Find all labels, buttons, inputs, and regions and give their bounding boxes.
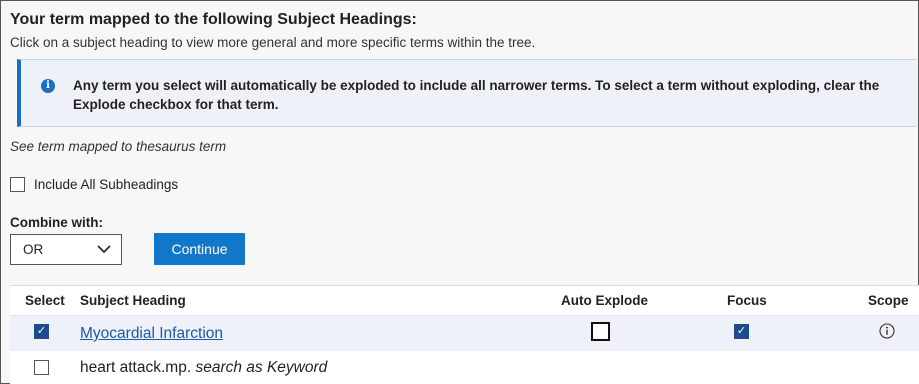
column-header-select: Select (25, 293, 65, 308)
subject-heading-link[interactable]: Myocardial Infarction (80, 325, 223, 343)
include-subheadings-checkbox[interactable] (10, 177, 25, 192)
combine-with-value: OR (23, 242, 44, 257)
see-term-note: See term mapped to thesaurus term (10, 139, 227, 154)
keyword-term-suffix: search as Keyword (195, 359, 328, 376)
table-row: heart attack.mp. search as Keyword (10, 351, 919, 384)
info-banner-text: Any term you select will automatically b… (73, 78, 880, 112)
chevron-down-icon (97, 245, 111, 254)
combine-with-select[interactable]: OR (10, 234, 122, 265)
include-subheadings-label[interactable]: Include All Subheadings (34, 177, 178, 192)
keyword-term-value: heart attack.mp. (80, 359, 192, 376)
continue-button[interactable]: Continue (154, 233, 245, 265)
subject-headings-table: Select Subject Heading Auto Explode Focu… (10, 285, 919, 384)
mapping-panel: Your term mapped to the following Subjec… (0, 0, 919, 384)
page-title: Your term mapped to the following Subjec… (10, 11, 417, 28)
column-header-scope: Scope (868, 293, 909, 308)
combine-with-label: Combine with: (10, 215, 103, 230)
row-select-checkbox[interactable]: ✓ (34, 324, 49, 339)
info-banner: i Any term you select will automatically… (17, 59, 917, 127)
focus-checkbox[interactable]: ✓ (734, 324, 749, 339)
auto-explode-checkbox[interactable] (591, 322, 610, 341)
page-subtitle: Click on a subject heading to view more … (10, 35, 536, 50)
keyword-term: heart attack.mp. search as Keyword (80, 359, 327, 377)
info-circle-icon[interactable] (879, 323, 895, 339)
column-header-subject-heading: Subject Heading (80, 293, 186, 308)
column-header-auto-explode: Auto Explode (561, 293, 648, 308)
row-select-checkbox[interactable] (34, 360, 49, 375)
table-row: ✓ Myocardial Infarction ✓ (10, 315, 919, 351)
info-icon: i (41, 79, 55, 93)
column-header-focus: Focus (727, 293, 767, 308)
